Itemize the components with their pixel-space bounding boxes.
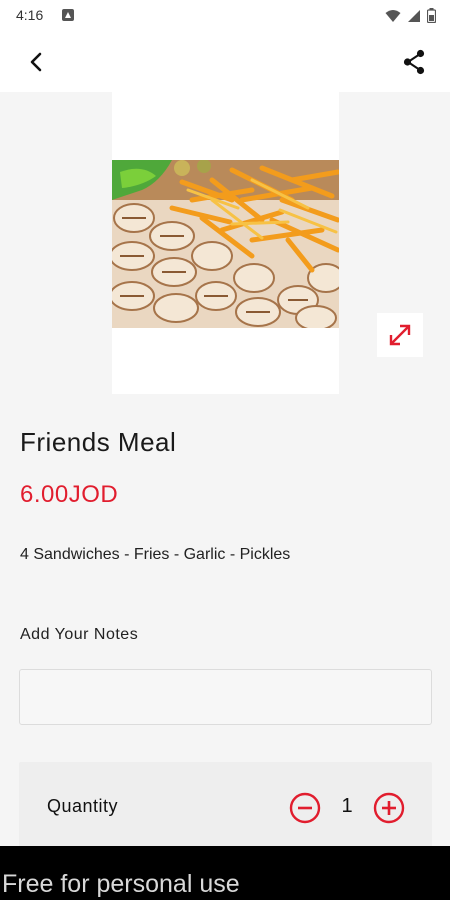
product-description: 4 Sandwiches - Fries - Garlic - Pickles	[20, 546, 291, 563]
product-photo	[112, 160, 339, 328]
status-time: 4:16	[16, 7, 44, 23]
product-title: Friends Meal	[20, 427, 177, 457]
notes-label: Add Your Notes	[20, 626, 139, 643]
status-bar: 4:16	[0, 0, 450, 32]
wifi-icon	[385, 9, 401, 22]
battery-icon	[427, 8, 436, 23]
status-icons	[385, 8, 436, 23]
share-icon	[403, 49, 425, 75]
chevron-left-icon	[30, 52, 42, 72]
expand-icon	[389, 324, 411, 346]
product-price: 6.00JOD	[20, 481, 119, 508]
product-image-card[interactable]	[112, 92, 339, 394]
quantity-label: Quantity	[47, 796, 119, 816]
back-button[interactable]	[20, 48, 52, 76]
quantity-value: 1	[341, 795, 353, 817]
increase-quantity-button[interactable]	[373, 792, 405, 824]
watermark-bar: Free for personal use	[0, 846, 450, 900]
expand-image-button[interactable]	[377, 313, 423, 357]
watermark-text: Free for personal use	[2, 870, 240, 898]
notes-input[interactable]	[19, 669, 432, 725]
food-illustration	[112, 160, 339, 328]
quantity-panel: Quantity 1	[19, 762, 432, 852]
decrease-quantity-button[interactable]	[289, 792, 321, 824]
signal-icon	[408, 9, 420, 22]
notification-icon	[62, 9, 74, 21]
plus-circle-icon	[373, 792, 405, 824]
app-bar	[0, 32, 450, 92]
minus-circle-icon	[289, 792, 321, 824]
share-button[interactable]	[398, 46, 430, 78]
